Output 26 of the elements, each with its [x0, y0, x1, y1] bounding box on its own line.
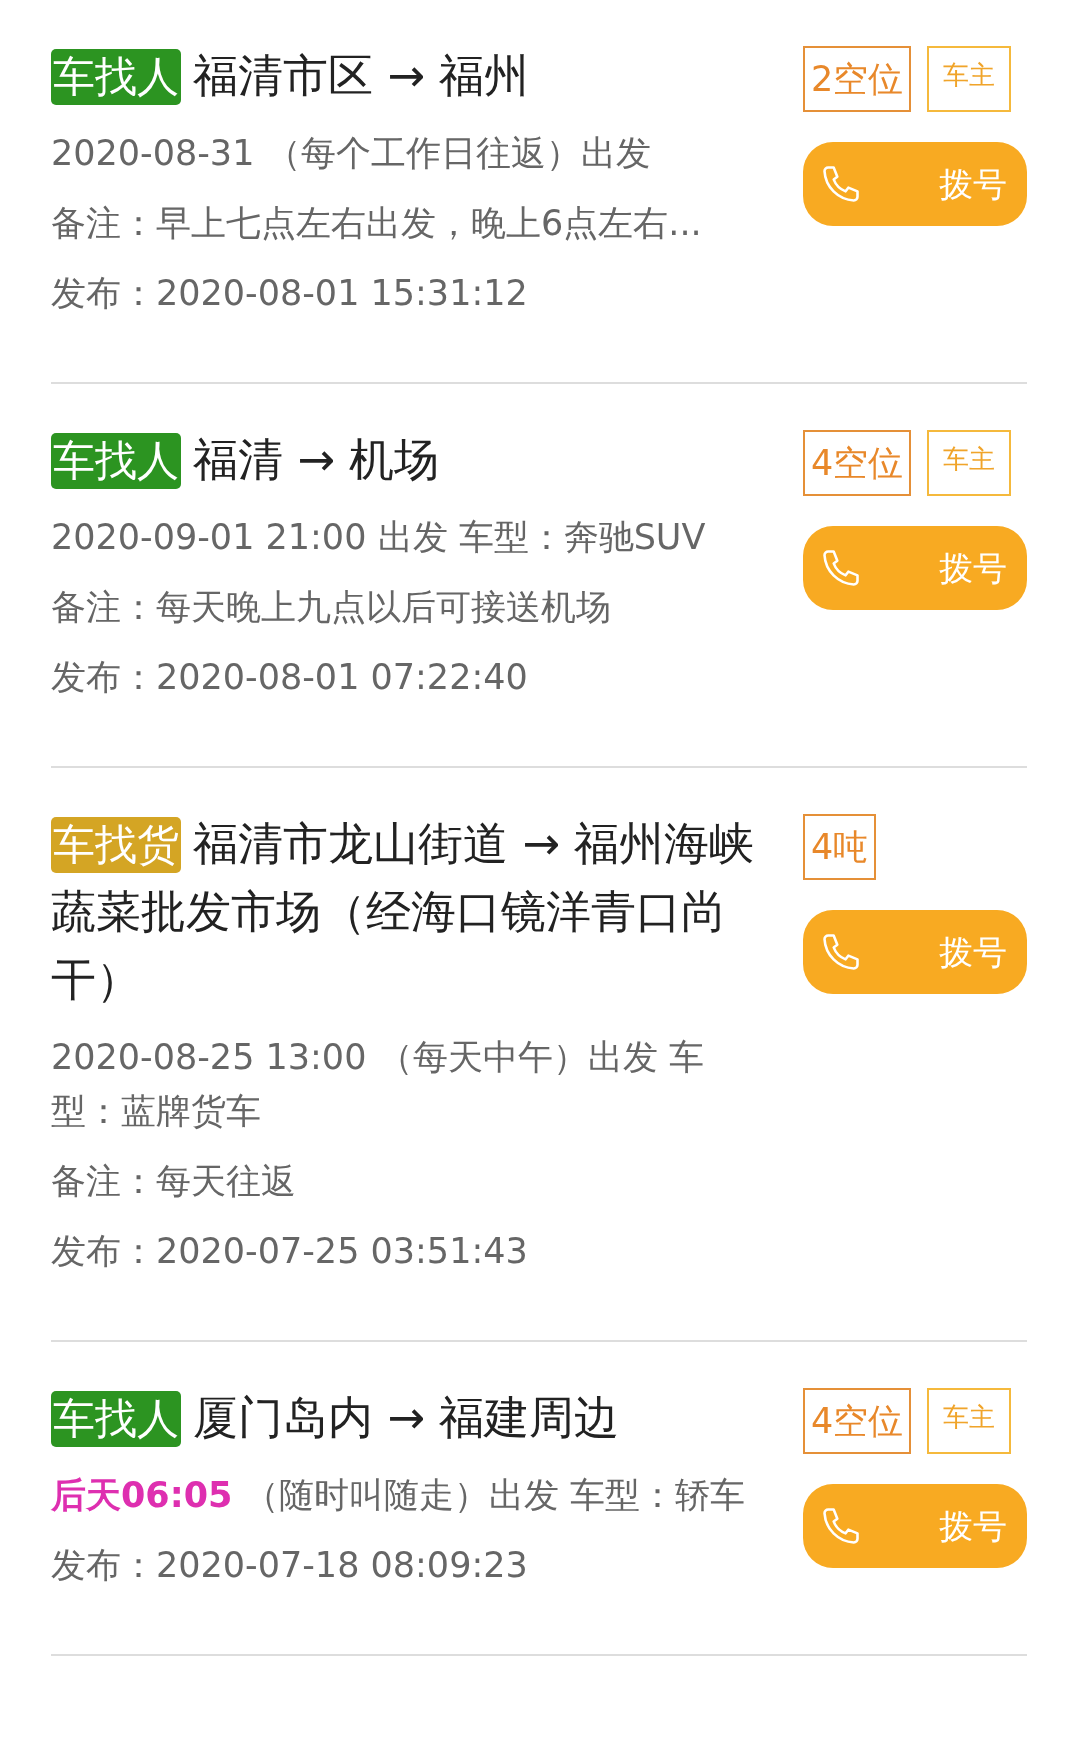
listing-detail: 发布：2020-08-01 15:31:12 — [51, 272, 529, 315]
role-badge: 车主 — [927, 46, 1012, 112]
listing-detail: 后天06:05 （随时叫随走）出发 车型：轿车 — [51, 1474, 746, 1517]
listing-detail: 2020-08-31 （每个工作日往返）出发 — [51, 132, 652, 175]
listing-detail: 备注：每天晚上九点以后可接送机场 — [51, 586, 612, 629]
listing-detail: 2020-09-01 21:00 出发 车型：奔驰SUV — [51, 516, 707, 559]
dial-button[interactable]: 拨号 — [803, 910, 1027, 994]
listing-title: 车找人 厦门岛内 → 福建周边 — [51, 1384, 761, 1452]
dial-button[interactable]: 拨号 — [803, 142, 1027, 226]
listing-detail: 备注：早上七点左右出发，晚上6点左右... — [51, 202, 703, 245]
role-badge: 车主 — [927, 1388, 1012, 1454]
capacity-badge: 4空位 — [803, 1388, 912, 1454]
listing-detail: 2020-08-25 13:00 （每天中午）出发 车型：蓝牌货车 — [51, 1036, 705, 1133]
listing-title: 车找人 福清市区 → 福州 — [51, 42, 761, 110]
capacity-badge: 2空位 — [803, 46, 912, 112]
role-badge: 车主 — [927, 430, 1012, 496]
listing-detail: 发布：2020-08-01 07:22:40 — [51, 656, 529, 699]
dial-button[interactable]: 拨号 — [803, 526, 1027, 610]
listing-title: 车找货 福清市龙山街道 → 福州海峡蔬菜批发市场（经海口镜洋青口尚干） — [51, 816, 756, 1008]
dial-button[interactable]: 拨号 — [803, 1484, 1027, 1568]
listing-detail: 备注：每天往返 — [51, 1160, 297, 1203]
capacity-badge: 4空位 — [803, 430, 912, 496]
listing-title: 车找人 福清 → 机场 — [51, 426, 761, 494]
capacity-badge: 4吨 — [803, 814, 877, 880]
listing-detail: 发布：2020-07-18 08:09:23 — [51, 1544, 529, 1587]
listing-detail: 发布：2020-07-25 03:51:43 — [51, 1230, 529, 1273]
